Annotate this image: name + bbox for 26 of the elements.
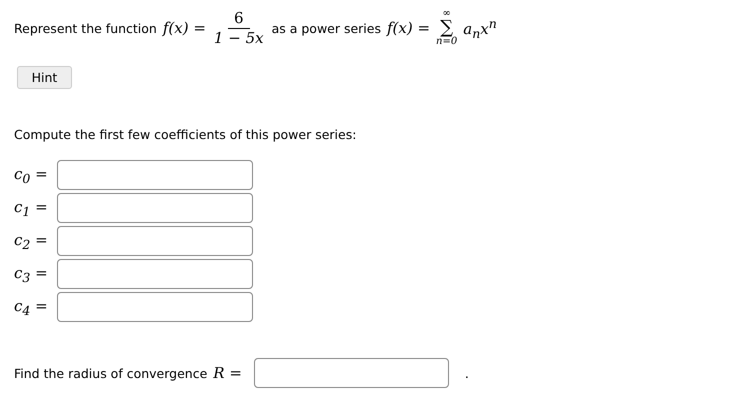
series-term: a$_{n}$x$^{n}$ <box>463 16 497 40</box>
function-expression: f(x) = <box>162 19 206 37</box>
fraction-denominator: 1 − 5x <box>214 29 264 47</box>
coefficient-label: c$_{3}$ = <box>14 264 49 284</box>
coefficient-label: c$_{0}$ = <box>14 164 49 186</box>
answer-field[interactable] <box>254 358 449 388</box>
answer-field[interactable] <box>57 160 253 190</box>
sum-upper-limit: ∞ <box>442 9 451 19</box>
hint-button[interactable]: Hint <box>17 66 72 89</box>
radius-prompt: Find the radius of convergence <box>14 366 208 380</box>
radius-symbol: R = <box>213 364 242 382</box>
prompt-text: Compute the first few coefficients of this power series: <box>14 127 358 142</box>
problem-text: Represent the function <box>14 20 157 36</box>
sum-symbol: ∑ <box>440 19 454 37</box>
fraction-numerator: 6 <box>228 9 250 29</box>
function-expression: f(x) = <box>386 19 430 37</box>
answer-field[interactable] <box>57 259 253 289</box>
coefficient-label: c$_{1}$ = <box>14 198 49 218</box>
coefficient-label: c$_{2}$ = <box>14 230 49 252</box>
answer-field[interactable] <box>57 226 253 256</box>
answer-field[interactable] <box>57 193 253 223</box>
period: . <box>464 366 469 380</box>
problem-text: as a power series <box>272 20 381 36</box>
answer-field[interactable] <box>57 292 253 322</box>
sum-lower-limit: n=0 <box>436 37 458 47</box>
coefficient-label: c$_{4}$ = <box>14 296 49 318</box>
